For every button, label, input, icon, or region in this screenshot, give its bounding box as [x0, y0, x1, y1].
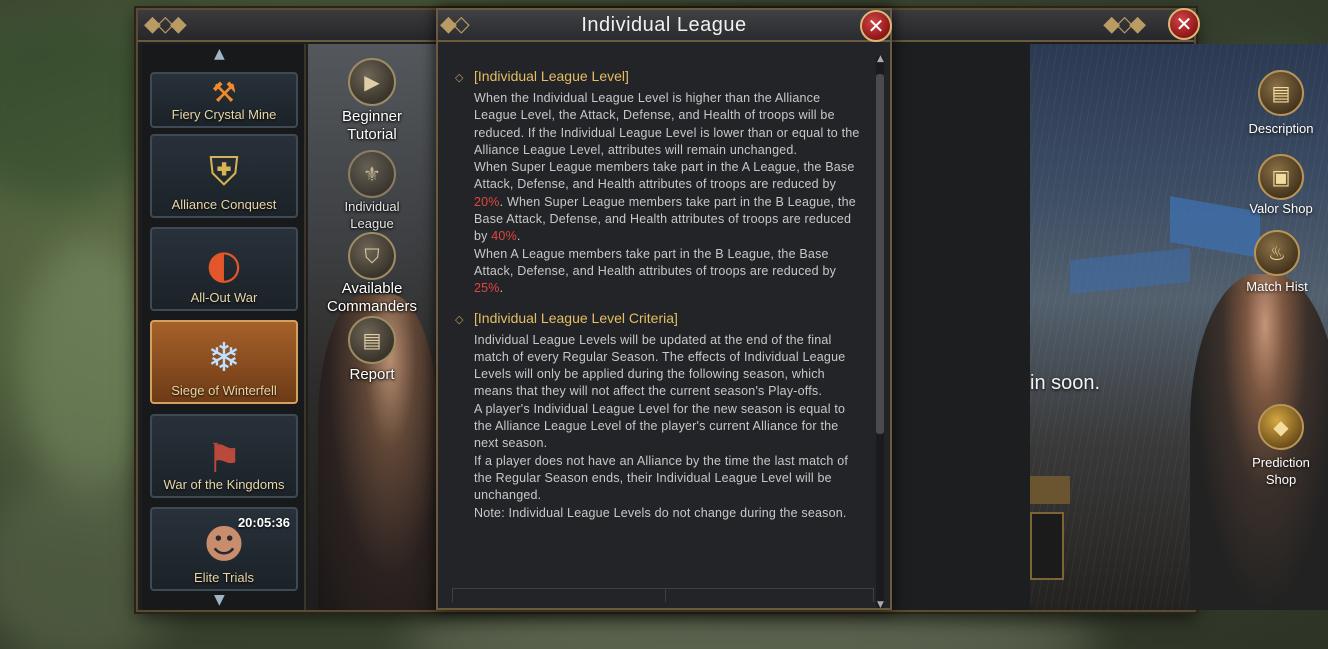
- event-card-fiery-crystal-mine[interactable]: ⚒ Fiery Crystal Mine: [150, 72, 298, 128]
- highlight-value: 40%: [491, 229, 517, 244]
- paragraph: When Super League members take part in t…: [474, 160, 856, 244]
- book-icon: ▤: [348, 316, 396, 364]
- dialog-body[interactable]: ◇ [Individual League Level] When the Ind…: [448, 56, 874, 586]
- flame-icon: ♨: [1254, 230, 1300, 276]
- book-icon: ▤: [1258, 70, 1304, 116]
- paragraph: Note: Individual League Levels do not ch…: [474, 505, 847, 520]
- nav-label: Available Commanders: [326, 280, 418, 315]
- side-valor-shop-button[interactable]: ▣ Valor Shop: [1236, 154, 1326, 217]
- close-icon: ✕: [867, 14, 885, 38]
- event-list[interactable]: ▲ ⚒ Fiery Crystal Mine ⛨ Alliance Conque…: [142, 44, 306, 610]
- treasure-icon: ◆: [1258, 404, 1304, 450]
- fleur-icon: ⚜: [348, 150, 396, 198]
- war-orb-icon: ◐: [206, 242, 242, 288]
- paragraph: When A League members take part in the B…: [474, 246, 837, 296]
- event-card-siege-of-winterfell[interactable]: ❄ Siege of Winterfell: [150, 320, 298, 404]
- side-label: Valor Shop: [1249, 201, 1313, 216]
- nav-beginner-tutorial[interactable]: ▶ Beginner Tutorial: [308, 58, 436, 144]
- event-label: Alliance Conquest: [171, 197, 277, 212]
- event-card-all-out-war[interactable]: ◐ All-Out War: [150, 227, 298, 311]
- side-match-history-button[interactable]: ♨ Match Hist: [1232, 230, 1322, 295]
- dialog-close-button[interactable]: ✕: [860, 10, 892, 42]
- event-label: All-Out War: [190, 290, 258, 305]
- individual-league-dialog: ◆◇ Individual League ✕ ◇ [Individual Lea…: [436, 8, 892, 610]
- nav-individual-league[interactable]: ⚜ Individual League: [308, 150, 436, 232]
- scroll-up-icon[interactable]: ▲: [214, 46, 225, 62]
- shield-icon: ⛉: [348, 232, 396, 280]
- event-card-alliance-conquest[interactable]: ⛨ Alliance Conquest: [150, 134, 298, 218]
- ornament-right-icon: ◆◇◆: [1103, 12, 1146, 37]
- nav-label: Report: [349, 366, 395, 383]
- ornament-left-icon: ◆◇◆: [144, 12, 187, 37]
- event-label: Fiery Crystal Mine: [171, 107, 277, 122]
- table-header-edge: [452, 588, 874, 602]
- event-card-elite-trials[interactable]: 20:05:36 ☻ Elite Trials: [150, 507, 298, 591]
- paragraph: A player's Individual League Level for t…: [474, 401, 846, 451]
- dialog-scrollbar[interactable]: ▲ ▼: [876, 54, 884, 610]
- side-label: Match Hist: [1246, 279, 1308, 294]
- nav-column: ▶ Beginner Tutorial ⚜ Individual League …: [308, 44, 436, 610]
- highlight-value: 20%: [474, 194, 500, 209]
- hidden-box: [1030, 512, 1064, 580]
- paragraph: Individual League Levels will be updated…: [474, 332, 846, 399]
- snowflake-icon: ❄: [207, 335, 241, 381]
- nav-report[interactable]: ▤ Report: [308, 316, 436, 384]
- nav-available-commanders[interactable]: ⛉ Available Commanders: [308, 232, 436, 316]
- bullet-icon: ◇: [455, 312, 464, 326]
- event-label: Elite Trials: [194, 570, 254, 585]
- paragraph: When the Individual League Level is high…: [474, 91, 860, 157]
- crystal-mine-icon: ⚒: [211, 75, 237, 109]
- chest-icon: ▣: [1258, 154, 1304, 200]
- scroll-up-icon[interactable]: ▲: [877, 54, 884, 64]
- close-icon: ✕: [1175, 12, 1193, 36]
- nav-label: Individual League: [344, 199, 400, 231]
- art-panel: in soon. ▤ Description ▣ Valor Shop ♨ Ma…: [1030, 44, 1328, 610]
- ornament-left-icon: ◆◇: [440, 12, 470, 37]
- nav-label: Beginner Tutorial: [341, 108, 403, 143]
- hidden-bar: [1030, 476, 1070, 504]
- section-league-level: ◇ [Individual League Level] When the Ind…: [455, 68, 864, 298]
- section-heading: [Individual League Level Criteria]: [474, 309, 678, 326]
- side-label: Description: [1248, 121, 1314, 136]
- paragraph: If a player does not have an Alliance by…: [474, 453, 849, 503]
- scroll-down-icon[interactable]: ▼: [877, 600, 884, 610]
- window-close-button[interactable]: ✕: [1168, 8, 1200, 40]
- alliance-crest-icon: ⛨: [209, 149, 239, 195]
- side-label: Prediction Shop: [1252, 455, 1310, 487]
- scroll-down-icon[interactable]: ▼: [214, 592, 225, 608]
- dialog-titlebar: ◆◇ Individual League: [438, 10, 890, 42]
- dialog-title: Individual League: [581, 13, 747, 36]
- play-icon: ▶: [348, 58, 396, 106]
- banner-icon: ⚑: [206, 436, 242, 482]
- event-card-war-of-the-kingdoms[interactable]: ⚑ War of the Kingdoms: [150, 414, 298, 498]
- side-prediction-shop-button[interactable]: ◆ Prediction Shop: [1236, 404, 1326, 488]
- event-label: War of the Kingdoms: [163, 477, 285, 492]
- event-label: Siege of Winterfell: [171, 383, 277, 398]
- scroll-thumb[interactable]: [876, 74, 884, 434]
- divider: [665, 589, 666, 602]
- section-league-criteria: ◇ [Individual League Level Criteria] Ind…: [455, 309, 864, 522]
- event-timer: 20:05:36: [237, 515, 290, 530]
- side-description-button[interactable]: ▤ Description: [1236, 70, 1326, 137]
- section-heading: [Individual League Level]: [474, 68, 629, 84]
- bullet-icon: ◇: [455, 71, 464, 84]
- coming-soon-text: in soon.: [1030, 372, 1101, 394]
- highlight-value: 25%: [474, 281, 500, 296]
